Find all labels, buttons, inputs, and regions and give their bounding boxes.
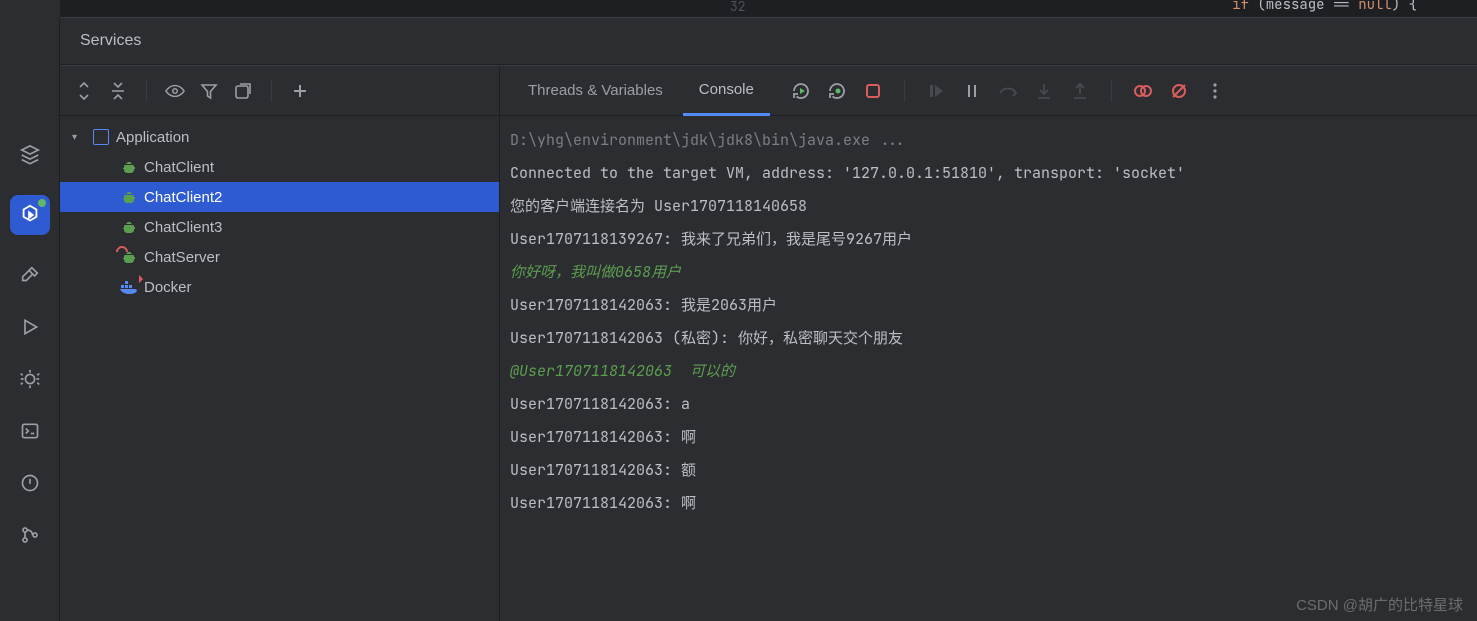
console-line: User1707118142063: 啊 <box>510 421 1467 454</box>
view-breakpoints-icon[interactable] <box>1132 80 1154 102</box>
console-line: Connected to the target VM, address: '12… <box>510 157 1467 190</box>
group-icon[interactable] <box>233 81 253 101</box>
left-tool-rail <box>0 18 60 621</box>
tree-node-runconfig[interactable]: ChatServer <box>60 242 499 272</box>
step-out-icon[interactable] <box>1069 80 1091 102</box>
tree-label: ChatClient2 <box>144 189 222 206</box>
tree-node-runconfig[interactable]: ChatClient <box>60 152 499 182</box>
mute-breakpoints-icon[interactable] <box>1168 80 1190 102</box>
tab-threads[interactable]: Threads & Variables <box>512 66 679 116</box>
tree-label: Docker <box>144 279 192 296</box>
bug-icon <box>120 158 138 176</box>
resume-icon[interactable] <box>925 80 947 102</box>
console-panel: Threads & Variables Console <box>500 66 1477 621</box>
console-line: User1707118142063: 啊 <box>510 487 1467 520</box>
application-icon <box>92 128 110 146</box>
tree-label: ChatServer <box>144 249 220 266</box>
collapse-all-icon[interactable] <box>108 81 128 101</box>
vcs-icon[interactable] <box>18 523 42 547</box>
tree-node-application[interactable]: ▾ Application <box>60 122 499 152</box>
line-number: 32 <box>730 0 746 15</box>
console-line: User1707118142063: 我是2063用户 <box>510 289 1467 322</box>
panel-title: Services <box>60 18 1477 65</box>
docker-icon <box>120 278 138 296</box>
console-line: User1707118142063: a <box>510 388 1467 421</box>
tree-node-docker[interactable]: Docker <box>60 272 499 302</box>
watermark: CSDN @胡广的比特星球 <box>1296 594 1463 615</box>
console-line: @User1707118142063 可以的 <box>510 355 1467 388</box>
chevron-down-icon: ▾ <box>72 132 86 143</box>
step-into-icon[interactable] <box>1033 80 1055 102</box>
show-icon[interactable] <box>165 81 185 101</box>
rerun-icon[interactable] <box>790 80 812 102</box>
rerun-debug-icon[interactable] <box>826 80 848 102</box>
play-icon[interactable] <box>18 315 42 339</box>
bug-icon <box>120 218 138 236</box>
hammer-icon[interactable] <box>18 263 42 287</box>
tree-label: ChatClient <box>144 159 214 176</box>
filter-icon[interactable] <box>199 81 219 101</box>
tab-console[interactable]: Console <box>683 66 770 116</box>
tree-label: ChatClient3 <box>144 219 222 236</box>
more-icon[interactable] <box>1204 80 1226 102</box>
console-line: User1707118142063: 额 <box>510 454 1467 487</box>
problems-icon[interactable] <box>18 471 42 495</box>
console-line: D:\yhg\environment\jdk\jdk8\bin\java.exe… <box>510 124 1467 157</box>
tree-node-runconfig[interactable]: ChatClient3 <box>60 212 499 242</box>
tree-label: Application <box>116 129 189 146</box>
pause-icon[interactable] <box>961 80 983 102</box>
terminal-icon[interactable] <box>18 419 42 443</box>
stack-icon[interactable] <box>18 143 42 167</box>
bug-icon <box>120 248 138 266</box>
add-icon[interactable] <box>290 81 310 101</box>
expand-collapse-icon[interactable] <box>74 81 94 101</box>
console-output[interactable]: D:\yhg\environment\jdk\jdk8\bin\java.exe… <box>500 116 1477 621</box>
tree-toolbar <box>60 66 499 116</box>
tree-node-runconfig[interactable]: ChatClient2 <box>60 182 499 212</box>
debug-icon[interactable] <box>18 367 42 391</box>
services-tree-panel: ▾ Application ChatClient ChatClient2 ChatC… <box>60 66 500 621</box>
services-tree: ▾ Application ChatClient ChatClient2 ChatC… <box>60 116 499 308</box>
console-line: 您的客户端连接名为 User1707118140658 <box>510 190 1467 223</box>
services-tool-icon[interactable] <box>10 195 50 235</box>
code-snippet: if (message == null) { <box>1232 0 1417 14</box>
console-line: 你好呀，我叫做0658用户 <box>510 256 1467 289</box>
console-line: User1707118142063 (私密): 你好，私密聊天交个朋友 <box>510 322 1467 355</box>
editor-strip: 32 if (message == null) { <box>60 0 1477 18</box>
stop-icon[interactable] <box>862 80 884 102</box>
step-over-icon[interactable] <box>997 80 1019 102</box>
bug-icon <box>120 188 138 206</box>
console-line: User1707118139267: 我来了兄弟们，我是尾号9267用户 <box>510 223 1467 256</box>
console-toolbar: Threads & Variables Console <box>500 66 1477 116</box>
